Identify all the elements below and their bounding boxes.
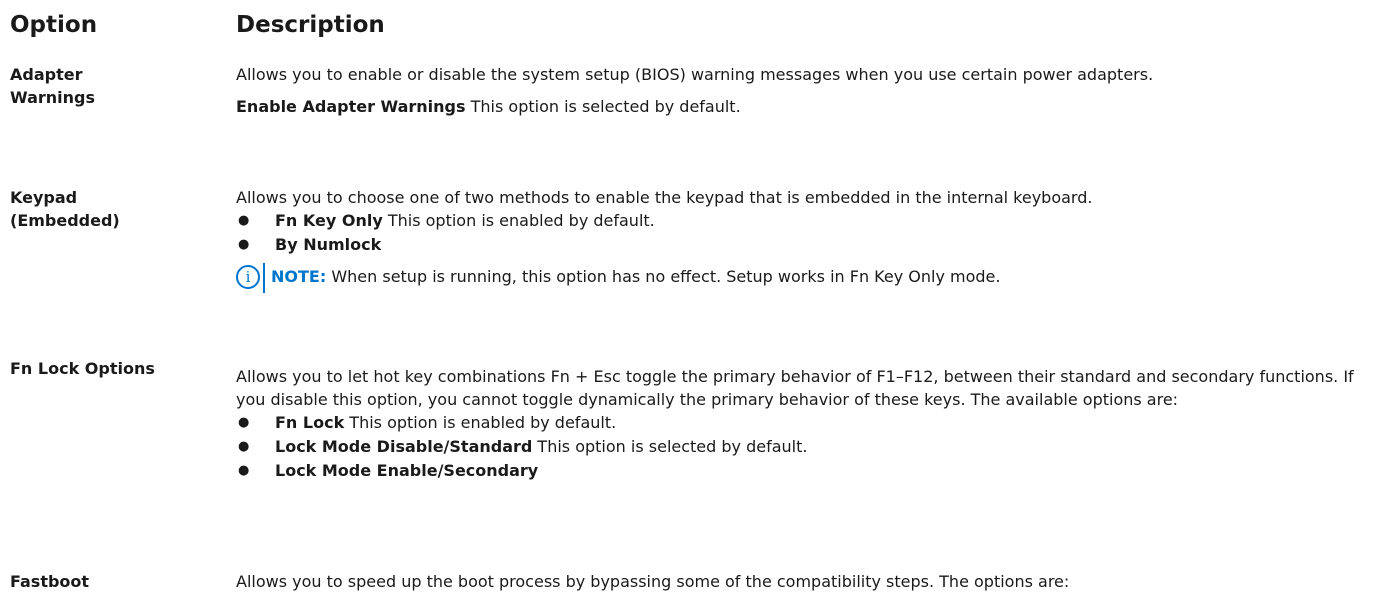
description-paragraph: Allows you to enable or disable the syst…: [236, 65, 1154, 84]
option-name-line: Adapter: [10, 65, 83, 84]
option-name-keypad-embedded: Keypad (Embedded): [10, 186, 210, 232]
setting-label: Enable Adapter Warnings: [236, 97, 466, 116]
list-item: ● By Numlock: [236, 233, 1381, 257]
note-text: NOTE: When setup is running, this option…: [271, 265, 1000, 288]
list-item: ● Fn Lock This option is enabled by defau…: [236, 411, 1381, 435]
bullet-icon: ●: [238, 415, 250, 430]
note-callout: i NOTE: When setup is running, this opti…: [236, 263, 1381, 293]
bullet-icon: ●: [238, 237, 250, 252]
list-item-text: This option is enabled by default.: [344, 413, 617, 432]
option-list: ● Fn Lock This option is enabled by defau…: [236, 411, 1381, 483]
note-body: When setup is running, this option has n…: [326, 267, 1001, 286]
list-item: ● Fn Key Only This option is enabled by d…: [236, 209, 1381, 233]
option-column-header: Option: [10, 12, 98, 38]
description-keypad-embedded: Allows you to choose one of two methods …: [236, 186, 1381, 293]
description-paragraph: Allows you to choose one of two methods …: [236, 188, 1093, 207]
description-column-header: Description: [236, 12, 385, 38]
option-name-line: (Embedded): [10, 211, 120, 230]
description-paragraph: Allows you to speed up the boot process …: [236, 572, 1070, 591]
description-paragraph: Allows you to let hot key combinations F…: [236, 367, 1354, 409]
list-item-label: Fn Lock: [275, 413, 345, 432]
note-label: NOTE:: [271, 267, 327, 286]
option-name-fastboot: Fastboot: [10, 572, 90, 591]
bullet-icon: ●: [238, 463, 250, 478]
table-header: Option Description: [0, 10, 1387, 46]
note-divider: [263, 263, 265, 293]
bullet-icon: ●: [238, 213, 250, 228]
list-item-label: Lock Mode Enable/Secondary: [275, 461, 539, 480]
option-name-fn-lock-options: Fn Lock Options: [10, 359, 155, 378]
option-name-line: Keypad: [10, 188, 78, 207]
setting-line: Enable Adapter Warnings This option is s…: [236, 95, 1381, 118]
list-item-label: By Numlock: [275, 235, 382, 254]
info-icon: i: [236, 265, 260, 289]
list-item-text: This option is enabled by default.: [382, 211, 655, 230]
bullet-icon: ●: [238, 439, 250, 454]
setting-text: This option is selected by default.: [465, 97, 741, 116]
description-adapter-warnings: Allows you to enable or disable the syst…: [236, 63, 1381, 118]
description-fastboot: Allows you to speed up the boot process …: [236, 570, 1381, 593]
list-item-label: Fn Key Only: [275, 211, 383, 230]
list-item-text: This option is selected by default.: [532, 437, 808, 456]
option-name-line: Warnings: [10, 88, 96, 107]
option-name-adapter-warnings: Adapter Warnings: [10, 63, 210, 109]
option-list: ● Fn Key Only This option is enabled by d…: [236, 209, 1381, 257]
list-item: ● Lock Mode Enable/Secondary: [236, 459, 1381, 483]
description-fn-lock-options: Allows you to let hot key combinations F…: [236, 365, 1381, 483]
list-item-label: Lock Mode Disable/Standard: [275, 437, 533, 456]
list-item: ● Lock Mode Disable/Standard This option …: [236, 435, 1381, 459]
